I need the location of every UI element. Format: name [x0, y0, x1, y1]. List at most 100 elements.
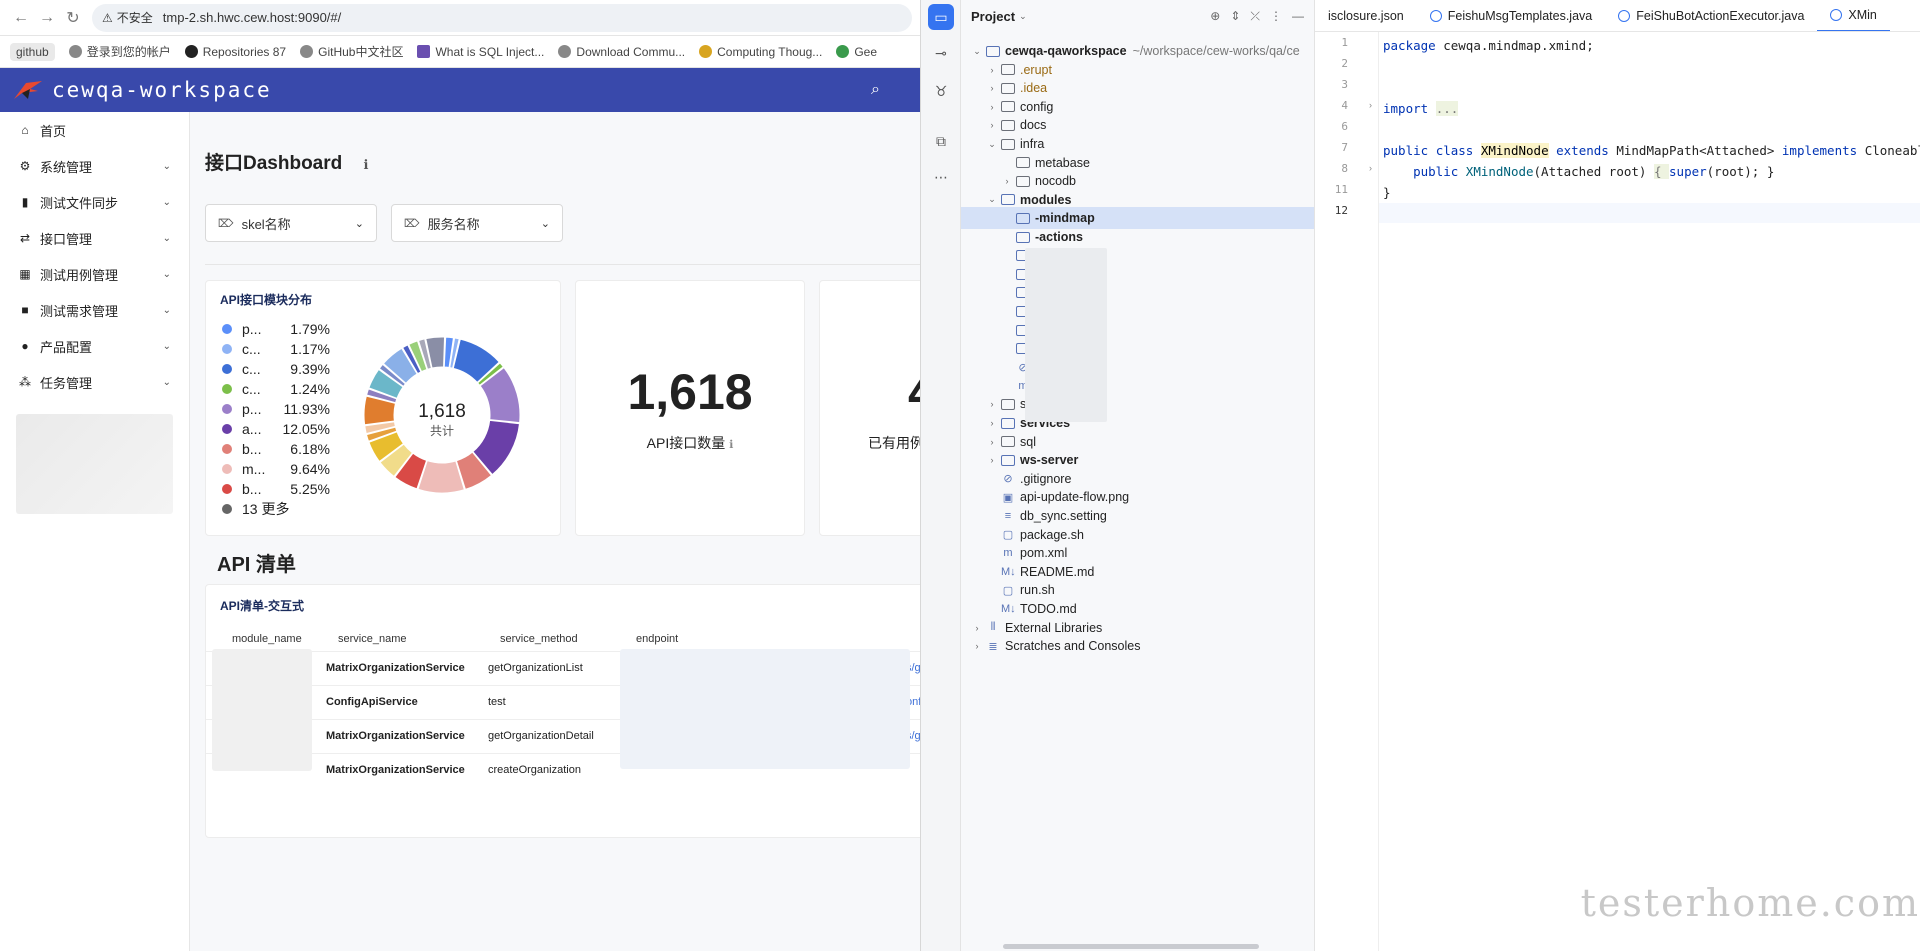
column-header-module[interactable]: module_name: [232, 633, 302, 645]
legend-swatch: [222, 364, 232, 374]
fold-icon[interactable]: ›: [1369, 100, 1372, 110]
project-panel-header[interactable]: Project ⌄ ⊕ ⇕ ⤫ ⋮ —: [961, 0, 1314, 32]
tree-item[interactable]: › ≣ Scratches and Consoles: [961, 635, 1314, 657]
legend-percent: 11.93%: [283, 401, 330, 417]
bookmark-github-cn[interactable]: GitHub中文社区: [300, 43, 403, 60]
legend-item[interactable]: p... 11.93%: [222, 399, 330, 419]
legend-more[interactable]: 13 更多: [222, 499, 330, 519]
column-header-service[interactable]: service_name: [338, 633, 406, 645]
legend-item[interactable]: c... 9.39%: [222, 359, 330, 379]
folder-icon: [1016, 175, 1030, 187]
code-line-close[interactable]: }: [1383, 183, 1920, 203]
chevron-right-icon[interactable]: ›: [986, 83, 998, 93]
chevron-down-icon[interactable]: ⌄: [986, 194, 998, 205]
legend-percent: 1.24%: [290, 381, 330, 397]
code-line-package[interactable]: package cewqa.mindmap.xmind;: [1383, 36, 1920, 56]
column-header-endpoint[interactable]: endpoint: [636, 633, 678, 645]
kpi-cases-label: 已有用例: [868, 435, 920, 451]
horizontal-scrollbar[interactable]: [1003, 944, 1259, 949]
tree-item-label: modules: [1020, 192, 1072, 207]
commit-icon[interactable]: ⊸: [928, 40, 954, 66]
legend-item[interactable]: m... 9.64%: [222, 459, 330, 479]
editor-tab[interactable]: isclosure.json: [1315, 0, 1417, 31]
bookmark-repositories[interactable]: Repositories 87: [184, 45, 286, 59]
chevron-right-icon[interactable]: ›: [986, 120, 998, 130]
bookmark-github[interactable]: github: [10, 42, 55, 61]
column-header-method[interactable]: service_method: [500, 633, 578, 645]
code-line-constructor[interactable]: public XMindNode(Attached root) { super(…: [1383, 162, 1920, 182]
collapse-all-icon[interactable]: ⤫: [1250, 9, 1260, 24]
donut-chart: 1,618 共计: [363, 336, 521, 494]
chevron-right-icon[interactable]: ›: [1001, 176, 1013, 186]
forward-icon[interactable]: →: [34, 5, 60, 31]
chevron-right-icon[interactable]: ›: [986, 418, 998, 428]
bulb-icon: [699, 45, 713, 58]
chevron-down-icon[interactable]: ⌄: [986, 139, 998, 150]
options-icon[interactable]: ⋮: [1270, 9, 1282, 24]
tree-item-label: External Libraries: [1005, 620, 1103, 635]
bookmark-login[interactable]: 登录到您的帐户: [68, 43, 171, 60]
editor-tab[interactable]: FeishuMsgTemplates.java: [1417, 0, 1606, 31]
line-number: 12: [1334, 204, 1348, 217]
menu-item-requirements[interactable]: ■ 测试需求管理 ⌄: [0, 292, 189, 328]
code-line-class[interactable]: public class XMindNode extends MindMapPa…: [1383, 141, 1920, 161]
back-icon[interactable]: ←: [8, 5, 34, 31]
menu-item-home[interactable]: ⌂ 首页: [0, 112, 189, 148]
chart-legend: p... 1.79% c... 1.17% c... 9.39% c... 1.24% p...…: [222, 319, 330, 519]
insecure-badge[interactable]: ⚠ 不安全: [102, 9, 153, 26]
menu-item-system[interactable]: ⚙ 系统管理 ⌄: [0, 148, 189, 184]
url-input[interactable]: ⚠ 不安全 tmp-2.sh.hwc.cew.host:9090/#/: [92, 3, 912, 32]
info-icon[interactable]: ℹ: [364, 157, 369, 172]
fold-icon[interactable]: ›: [1369, 163, 1372, 173]
hide-icon[interactable]: —: [1292, 9, 1304, 24]
legend-item[interactable]: b... 6.18%: [222, 439, 330, 459]
line-number: 7: [1341, 141, 1348, 154]
bookmark-gee[interactable]: Gee: [836, 45, 877, 59]
locate-icon[interactable]: ⊕: [1210, 9, 1220, 24]
folder-icon: [1001, 82, 1015, 94]
chevron-right-icon[interactable]: ›: [986, 65, 998, 75]
expand-all-icon[interactable]: ⇕: [1230, 9, 1240, 24]
chevron-down-icon[interactable]: ⌄: [971, 46, 983, 57]
menu-item-tasks[interactable]: ⁂ 任务管理 ⌄: [0, 364, 189, 400]
service-filter-select[interactable]: ⌦ 服务名称 ⌄: [391, 204, 563, 242]
reload-icon[interactable]: ↻: [60, 5, 86, 31]
chevron-right-icon[interactable]: ›: [986, 455, 998, 465]
chevron-right-icon[interactable]: ›: [971, 641, 983, 651]
bookmark-download[interactable]: Download Commu...: [558, 45, 685, 59]
chevron-right-icon[interactable]: ›: [986, 102, 998, 112]
code-line-import[interactable]: import ...: [1383, 99, 1920, 119]
home-icon: ⌂: [21, 123, 29, 137]
menu-item-file-sync[interactable]: ▮ 测试文件同步 ⌄: [0, 184, 189, 220]
bookmark-sql-injection[interactable]: What is SQL Inject...: [417, 45, 544, 59]
folder-icon: ■: [21, 303, 29, 317]
legend-item[interactable]: p... 1.79%: [222, 319, 330, 339]
editor-tab[interactable]: FeiShuBotActionExecutor.java: [1605, 0, 1817, 31]
legend-item[interactable]: b... 5.25%: [222, 479, 330, 499]
menu-item-api[interactable]: ⇄ 接口管理 ⌄: [0, 220, 189, 256]
menu-item-testcase[interactable]: ▦ 测试用例管理 ⌄: [0, 256, 189, 292]
module-folder-icon: [1001, 194, 1015, 206]
cubes-icon: ⁂: [19, 375, 31, 389]
kpi-api-count-label: API接口数量 ℹ: [646, 435, 734, 451]
module-folder-icon: [1001, 454, 1015, 466]
chevron-right-icon[interactable]: ›: [971, 623, 983, 633]
pull-request-icon[interactable]: ♉: [928, 78, 954, 104]
menu-item-product[interactable]: ● 产品配置 ⌄: [0, 328, 189, 364]
api-table-title: API清单-交互式: [220, 599, 305, 613]
project-folder-icon[interactable]: ▭: [928, 4, 954, 30]
more-icon[interactable]: ⋯: [928, 164, 954, 190]
skel-filter-select[interactable]: ⌦ skel名称 ⌄: [205, 204, 377, 242]
editor-tab[interactable]: XMin: [1817, 0, 1890, 31]
legend-item[interactable]: a... 12.05%: [222, 419, 330, 439]
info-icon[interactable]: ℹ: [729, 439, 733, 451]
legend-item[interactable]: c... 1.24%: [222, 379, 330, 399]
chevron-right-icon[interactable]: ›: [986, 399, 998, 409]
legend-item[interactable]: c... 1.17%: [222, 339, 330, 359]
bookmark-computing[interactable]: Computing Thoug...: [699, 45, 822, 59]
chevron-right-icon[interactable]: ›: [986, 437, 998, 447]
search-icon[interactable]: ⌕: [871, 81, 880, 99]
code-line-current[interactable]: [1379, 203, 1920, 223]
structure-icon[interactable]: ⧉: [928, 128, 954, 154]
blurred-region: [212, 649, 312, 771]
